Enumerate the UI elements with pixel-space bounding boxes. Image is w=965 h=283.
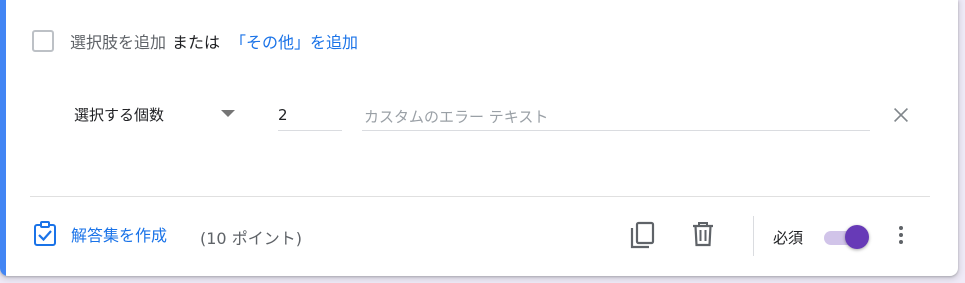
or-label: または — [172, 33, 221, 52]
question-card: 選択肢を追加 または 「その他」を追加 選択する個数 2 カスタムのエラー テキ… — [0, 0, 958, 276]
points-label: (10 ポイント) — [200, 229, 302, 248]
footer-separator — [753, 216, 754, 256]
close-icon[interactable] — [890, 104, 912, 126]
assignment-check-icon — [34, 221, 56, 246]
add-option-button[interactable]: 選択肢を追加 — [70, 29, 166, 53]
custom-error-input[interactable]: カスタムのエラー テキスト — [362, 96, 870, 131]
more-vert-icon[interactable] — [895, 223, 907, 249]
number-input[interactable]: 2 — [278, 96, 342, 131]
footer-divider — [30, 196, 930, 197]
required-toggle[interactable] — [824, 225, 872, 249]
answer-key-button[interactable]: 解答集を作成 — [33, 221, 167, 247]
trash-icon[interactable] — [690, 220, 716, 248]
caret-down-icon[interactable] — [221, 110, 235, 117]
add-option-row: 選択肢を追加 または 「その他」を追加 — [32, 28, 358, 54]
answer-key-label: 解答集を作成 — [71, 226, 168, 245]
custom-error-placeholder: カスタムのエラー テキスト — [364, 108, 549, 126]
add-other-button[interactable]: 「その他」を追加 — [230, 29, 358, 53]
response-validation-row: 選択する個数 2 カスタムのエラー テキスト — [0, 92, 958, 132]
required-label: 必須 — [773, 229, 804, 247]
copy-icon[interactable] — [629, 220, 657, 250]
active-accent-bar — [0, 0, 6, 276]
checkbox-outline-icon — [32, 30, 54, 52]
validation-rule-select[interactable]: 選択する個数 — [74, 104, 164, 125]
number-input-value: 2 — [278, 106, 288, 124]
toggle-thumb — [845, 225, 869, 249]
